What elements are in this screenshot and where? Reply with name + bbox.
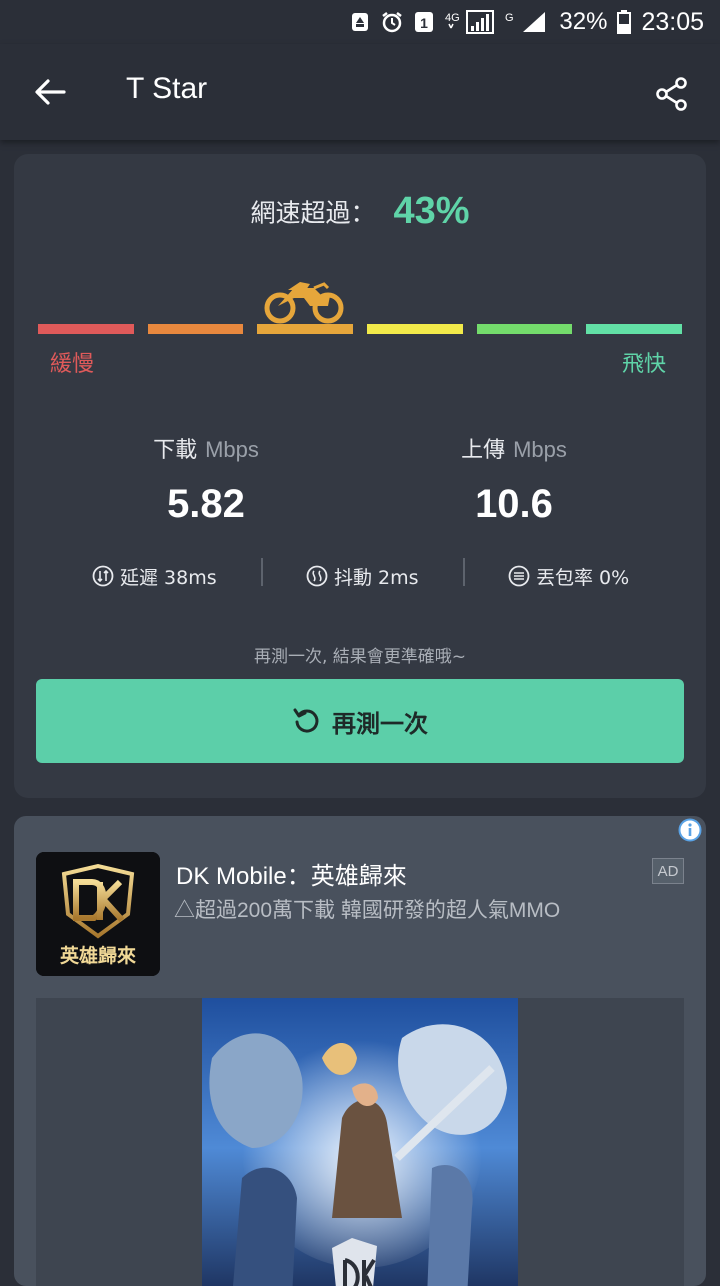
ad-info-icon[interactable]	[678, 818, 702, 842]
upload-value: 10.6	[475, 482, 553, 526]
battery-icon	[617, 10, 632, 34]
recycle-notification-icon	[349, 11, 371, 33]
app-bar: T Star	[0, 44, 720, 140]
stats-divider	[261, 558, 263, 586]
latency-icon	[92, 565, 114, 587]
jitter-icon	[306, 565, 328, 587]
back-button[interactable]	[24, 66, 76, 118]
retest-button-label: 再測一次	[332, 709, 428, 738]
latency-text: 延遲 38ms	[120, 566, 217, 589]
jitter-text: 抖動 2ms	[334, 566, 419, 589]
retest-button[interactable]: 再測一次	[36, 679, 684, 763]
share-icon	[656, 77, 687, 111]
sim-badge-icon: 1	[413, 11, 435, 33]
status-icons: 1 4G G 32% 23:05	[349, 6, 704, 38]
upload-unit: Mbps	[513, 437, 567, 462]
fast-label: 飛快	[621, 352, 666, 377]
download-label: 下載	[153, 438, 198, 463]
download-metric: 下載 Mbps 5.82	[56, 432, 356, 527]
speed-scale-segment	[38, 324, 134, 334]
alarm-icon	[381, 11, 403, 33]
speed-scale-segment	[476, 324, 573, 334]
ad-media[interactable]	[36, 998, 684, 1286]
slow-label: 緩慢	[50, 352, 95, 377]
sim-badge-number: 1	[420, 15, 428, 31]
signal-4g-icon: 4G	[445, 10, 495, 34]
share-button[interactable]	[646, 68, 698, 120]
stats-divider	[463, 558, 465, 586]
signal-g-icon: G	[505, 11, 549, 33]
packet-loss-icon	[508, 565, 530, 587]
packet-loss-stat: 丟包率 0%	[508, 558, 629, 594]
ad-logo-text: 英雄歸來	[60, 944, 136, 967]
speed-scale-segment	[257, 324, 353, 334]
upload-metric: 上傳 Mbps 10.6	[364, 432, 664, 527]
motorcycle-indicator-icon	[264, 278, 346, 324]
download-unit: Mbps	[205, 437, 259, 462]
speed-scale-segment	[367, 324, 463, 334]
retest-hint: 再測一次, 結果會更準確哦~	[253, 647, 467, 667]
jitter-stat: 抖動 2ms	[306, 558, 419, 594]
refresh-icon	[293, 708, 319, 733]
status-bar: 1 4G G 32% 23:05	[0, 0, 720, 44]
page-title: T Star	[126, 72, 208, 105]
battery-percent: 32%	[559, 8, 608, 35]
ad-card[interactable]: 英雄歸來 DK Mobile：英雄歸來 △超過200萬下載 韓國研發的超人氣MM…	[14, 816, 706, 1286]
arrow-left-icon	[35, 79, 66, 105]
packet-loss-text: 丟包率 0%	[536, 566, 630, 589]
speed-summary: 網速超過： 43%	[14, 190, 706, 233]
ad-subtitle: △超過200萬下載 韓國研發的超人氣MMO	[174, 899, 561, 922]
speed-scale	[38, 324, 682, 336]
result-card: 網速超過： 43% 緩慢 飛快 下載 Mbps 5.82 上傳 Mbps 10.6 延…	[14, 154, 706, 798]
ad-title[interactable]: DK Mobile：英雄歸來	[176, 856, 407, 891]
upload-label: 上傳	[461, 438, 506, 463]
ad-badge: AD	[652, 858, 684, 884]
stats-row: 延遲 38ms 抖動 2ms 丟包率 0%	[14, 558, 706, 594]
speed-label: 網速超過：	[250, 198, 376, 228]
speed-scale-segment	[147, 324, 244, 334]
speed-scale-segment	[586, 324, 682, 334]
network-4g-label: 4G	[445, 12, 460, 24]
speed-percent: 43%	[393, 190, 470, 232]
clock: 23:05	[641, 7, 704, 36]
network-g-label: G	[505, 12, 514, 24]
ad-artwork-image	[202, 998, 518, 1286]
download-value: 5.82	[167, 482, 245, 526]
latency-stat: 延遲 38ms	[92, 558, 217, 594]
ad-app-logo[interactable]: 英雄歸來	[36, 852, 160, 976]
